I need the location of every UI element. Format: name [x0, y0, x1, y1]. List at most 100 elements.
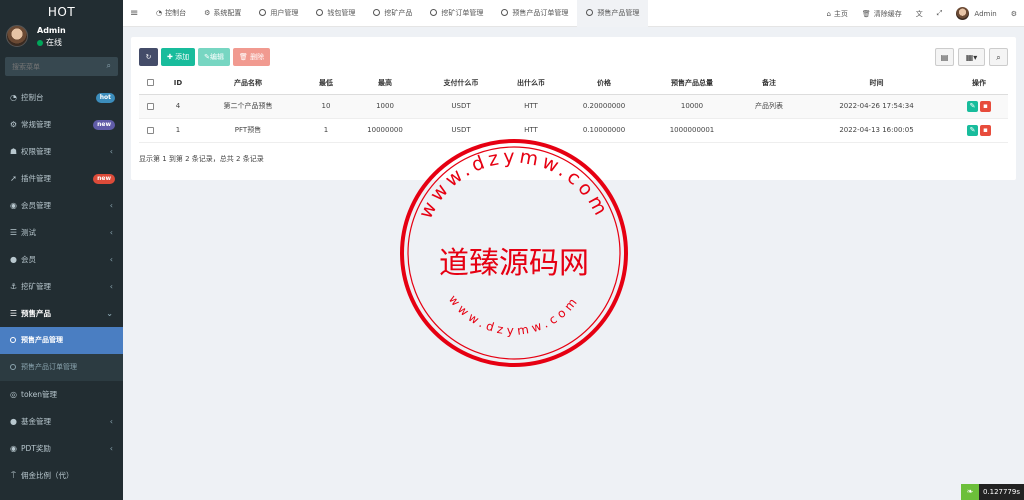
sidebar-item-members[interactable]: ◉ 会员管理 ‹ — [0, 192, 123, 219]
delete-button[interactable]: 🗑 删除 — [232, 48, 271, 66]
search-toggle-button[interactable]: ⌕ — [989, 48, 1008, 66]
cell-max: 10000000 — [351, 118, 419, 143]
avatar — [6, 25, 28, 47]
page-trace[interactable]: ❧ 0.127779s — [960, 484, 1024, 500]
sidebar-item-pdt-reward[interactable]: ◉ PDT奖励 ‹ — [0, 435, 123, 462]
cell-id: 1 — [161, 118, 195, 143]
sidebar-item-label: 测试 — [21, 228, 36, 237]
tab-label: 控制台 — [165, 9, 187, 17]
trash-icon: 🗑 — [861, 9, 871, 18]
sidebar-item-commission[interactable]: ⍑ 佣金比例（代） — [0, 462, 123, 489]
list-icon: ☰ — [9, 228, 18, 237]
user-icon: ● — [10, 417, 17, 426]
tab-presale-orders[interactable]: 预售产品订单管理 — [492, 0, 577, 27]
cell-pay-coin: USDT — [419, 118, 503, 143]
export-button[interactable]: ▤ — [935, 48, 954, 66]
sidebar-item-dashboard[interactable]: ◔ 控制台 hot — [0, 84, 123, 111]
select-all-cell[interactable] — [139, 72, 161, 95]
sidebar-item-general[interactable]: ⚙ 常规管理 new — [0, 111, 123, 138]
new-badge: new — [93, 174, 115, 184]
sidebar-subitem-presale-products[interactable]: 预售产品管理 — [0, 327, 123, 354]
circle-icon — [373, 9, 381, 16]
sidebar-item-mining[interactable]: ⚓ 挖矿管理 ‹ — [0, 273, 123, 300]
tab-system-config[interactable]: ⚙ 系统配置 — [195, 0, 250, 27]
column-header[interactable]: 最高 — [351, 72, 419, 95]
user-circle-icon: ◉ — [10, 444, 17, 453]
select-all-checkbox[interactable] — [146, 79, 154, 87]
home-link[interactable]: ⌂ 主页 — [819, 9, 854, 19]
tab-bar: ◔ 控制台 ⚙ 系统配置 用户管理 钱包管理 挖矿产品 挖矿订单管理 预售产品订单管… — [147, 0, 649, 27]
menu-toggle-icon[interactable]: ≡ — [130, 8, 138, 19]
cell-max: 1000 — [351, 94, 419, 119]
sidebar-item-presale[interactable]: ☰ 预售产品 ⌄ — [0, 300, 123, 327]
column-header[interactable]: 价格 — [559, 72, 649, 95]
column-header[interactable]: 备注 — [735, 72, 803, 95]
tab-dashboard[interactable]: ◔ 控制台 — [147, 0, 195, 27]
table-tools: ▤ ▦▾ ⌕ — [935, 48, 1008, 66]
cell-out-coin: HTT — [503, 118, 559, 143]
row-edit-button[interactable]: ✎ — [967, 100, 978, 112]
fullscreen-button[interactable]: ⤢ — [930, 9, 950, 18]
sidebar-item-label: 控制台 — [21, 93, 44, 102]
top-navbar: ≡ ◔ 控制台 ⚙ 系统配置 用户管理 钱包管理 挖矿产品 挖矿订单管理 预售产品订… — [123, 0, 1024, 27]
pagination-info: 显示第 1 到第 2 条记录，总共 2 条记录 — [139, 155, 264, 163]
sidebar-item-label: 挖矿管理 — [21, 282, 51, 291]
column-header[interactable]: ID — [161, 72, 195, 95]
sidebar-item-label: 会员 — [21, 255, 36, 264]
delete-label: 删除 — [250, 53, 265, 61]
circle-icon — [316, 9, 324, 16]
row-edit-button[interactable]: ✎ — [967, 124, 978, 136]
column-header[interactable]: 最低 — [301, 72, 351, 95]
row-checkbox[interactable] — [146, 126, 154, 134]
tab-mining-products[interactable]: 挖矿产品 — [364, 0, 421, 27]
sidebar-item-label: 基金管理 — [21, 417, 51, 426]
columns-button[interactable]: ▦▾ — [958, 48, 985, 66]
column-header[interactable]: 时间 — [803, 72, 950, 95]
circle-icon — [10, 364, 16, 370]
column-header[interactable]: 支付什么币 — [419, 72, 503, 95]
sidebar-subitem-presale-orders[interactable]: 预售产品订单管理 — [0, 354, 123, 381]
cell-time: 2022-04-26 17:54:34 — [803, 94, 950, 119]
row-delete-button[interactable]: ▪ — [980, 124, 991, 136]
user-menu[interactable]: Admin — [949, 7, 1003, 20]
sidebar-item-token[interactable]: ◎ token管理 — [0, 381, 123, 408]
edit-button[interactable]: ✎编辑 — [198, 48, 230, 66]
add-button[interactable]: ✚ 添加 — [161, 48, 196, 66]
sidebar-item-permissions[interactable]: ☗ 权限管理 ‹ — [0, 138, 123, 165]
tab-wallet-management[interactable]: 钱包管理 — [307, 0, 364, 27]
stamp-bottom-text-path: www.dzymw.com — [446, 292, 578, 338]
clear-cache-button[interactable]: 🗑 清除缓存 — [855, 9, 909, 19]
tab-user-management[interactable]: 用户管理 — [250, 0, 307, 27]
sidebar-item-plugins[interactable]: ➚ 插件管理 new — [0, 165, 123, 192]
table-row[interactable]: 1 PFT预售 1 10000000 USDT HTT 0.10000000 1… — [139, 118, 1008, 143]
leaf-icon: ❧ — [960, 484, 979, 500]
cell-out-coin: HTT — [503, 94, 559, 119]
table-row[interactable]: 4 第二个产品预售 10 1000 USDT HTT 0.20000000 10… — [139, 94, 1008, 119]
column-header[interactable]: 预售产品总量 — [649, 72, 735, 95]
row-delete-button[interactable]: ▪ — [980, 100, 991, 112]
search-icon[interactable]: ⌕ — [107, 61, 111, 71]
tab-mining-orders[interactable]: 挖矿订单管理 — [421, 0, 492, 27]
column-header[interactable]: 出什么币 — [503, 72, 559, 95]
tab-presale-products[interactable]: 预售产品管理 — [577, 0, 649, 27]
sidebar-item-fund[interactable]: ● 基金管理 ‹ — [0, 408, 123, 435]
refresh-button[interactable]: ↻ — [139, 48, 158, 66]
row-checkbox[interactable] — [146, 102, 154, 110]
app-logo[interactable]: HOT — [0, 0, 123, 25]
sidebar-item-test[interactable]: ☰ 测试 ‹ — [0, 219, 123, 246]
menu-search-input[interactable] — [5, 57, 100, 76]
row-select-cell[interactable] — [139, 118, 161, 143]
sidebar-item-member[interactable]: ● 会员 ‹ — [0, 246, 123, 273]
new-badge: new — [93, 120, 115, 130]
settings-button[interactable]: ⚙ — [1004, 10, 1024, 18]
top-right-nav: ⌂ 主页 🗑 清除缓存 文 ⤢ Admin ⚙ — [819, 0, 1024, 27]
column-header[interactable]: 产品名称 — [195, 72, 301, 95]
search-icon: ⌕ — [996, 53, 1001, 62]
cell-min: 10 — [301, 94, 351, 119]
translate-button[interactable]: 文 — [909, 9, 930, 19]
plus-icon: ✚ — [167, 53, 173, 61]
tab-label: 预售产品订单管理 — [512, 9, 569, 17]
row-select-cell[interactable] — [139, 94, 161, 119]
list-icon: ☰ — [9, 309, 18, 318]
clear-cache-label: 清除缓存 — [873, 9, 902, 18]
